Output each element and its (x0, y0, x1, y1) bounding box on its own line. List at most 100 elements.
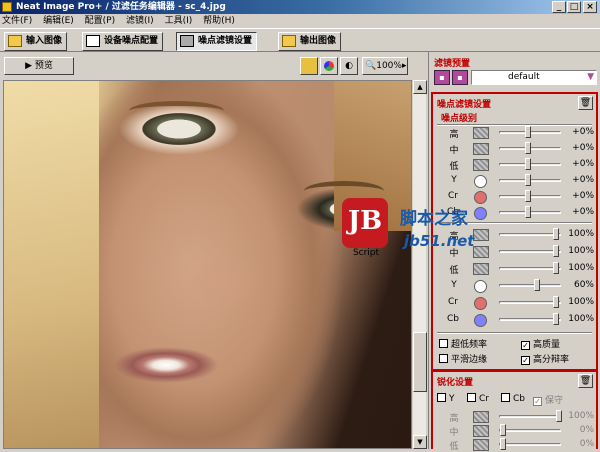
watermark-site-name: 脚本之家 (400, 209, 468, 229)
noise-level-value: +0% (572, 191, 594, 201)
sharpen-level-value: 0% (579, 425, 594, 435)
noise-reduction-row: Cb 100% (433, 312, 596, 327)
image-eyebrow-left (129, 101, 224, 111)
slider-knob[interactable] (553, 296, 559, 308)
contrast-icon: ◐ (345, 61, 353, 71)
menu-file[interactable]: 文件(F) (2, 16, 32, 26)
title-bar: Neat Image Pro+ / 过滤任务编辑器 - sc_4.jpg _ □… (0, 0, 600, 14)
sharpen-level-slider[interactable] (499, 424, 561, 436)
noise-level-slider[interactable] (499, 158, 561, 170)
noise-reduction-value: 100% (568, 314, 594, 324)
sharpen-y-checkbox[interactable]: Y (437, 393, 455, 404)
preset-header: 滤镜预置 (434, 59, 471, 69)
slider-knob[interactable] (553, 262, 559, 274)
sharpen-cr-checkbox[interactable]: Cr (467, 393, 489, 404)
output-folder-icon (282, 35, 296, 47)
viewer-toolbar: ▶ 预览 ◐ 🔍100%▸ (2, 55, 408, 77)
sharpen-level-row: 低 0% (433, 437, 596, 452)
noise-level-label: 低 (449, 162, 459, 172)
smooth-edges-checkbox[interactable]: 平滑边缘 (439, 352, 487, 365)
conservative-checkbox[interactable]: ✓ 保守 (533, 393, 563, 406)
menu-filter[interactable]: 滤镜(I) (126, 16, 154, 26)
close-button[interactable]: × (583, 1, 597, 13)
slider-knob[interactable] (525, 190, 531, 202)
ultra-low-freq-checkbox[interactable]: 超低频率 (439, 337, 487, 350)
tab-label: 噪点滤镜设置 (198, 36, 253, 46)
menu-edit[interactable]: 编辑(E) (43, 16, 74, 26)
noise-level-row: Y +0% (433, 173, 596, 188)
sharpen-level-value: 100% (568, 411, 594, 421)
slider-knob[interactable] (553, 228, 559, 240)
slider-knob[interactable] (525, 142, 531, 154)
sharpen-level-slider[interactable] (499, 410, 562, 422)
menu-tools[interactable]: 工具(I) (165, 16, 193, 26)
noise-level-value: +0% (572, 159, 594, 169)
texture-swatch-icon (473, 127, 489, 139)
sharpen-cb-checkbox[interactable]: Cb (501, 393, 525, 404)
slider-knob[interactable] (553, 245, 559, 257)
noise-reduction-row: Y 60% (433, 278, 596, 293)
slider-knob[interactable] (500, 424, 506, 436)
reset-sharpen-button[interactable]: 🗑 (578, 374, 593, 388)
trash-icon: 🗑 (579, 376, 592, 386)
menu-bar: 文件(F) 编辑(E) 配置(P) 滤镜(I) 工具(I) 帮助(H) (0, 14, 600, 29)
folder-icon (8, 35, 22, 47)
slider-knob[interactable] (525, 158, 531, 170)
reset-noise-button[interactable]: 🗑 (578, 96, 593, 110)
watermark-url: jb51.net (404, 232, 475, 250)
scroll-thumb[interactable] (413, 332, 427, 392)
noise-reduction-value: 60% (573, 280, 594, 290)
watermark-logo: JB (342, 198, 388, 248)
tab-label: 设备噪点配置 (104, 36, 159, 46)
noise-level-slider[interactable] (499, 126, 561, 138)
preset-value: default (508, 72, 540, 82)
palette-button[interactable] (300, 57, 318, 75)
vertical-scrollbar[interactable]: ▲ ▼ (412, 80, 427, 449)
slider-knob[interactable] (553, 313, 559, 325)
noise-reduction-slider[interactable] (499, 313, 561, 325)
slider-knob[interactable] (525, 206, 531, 218)
chevron-down-icon: ▼ (587, 72, 594, 82)
menu-profile[interactable]: 配置(P) (85, 16, 115, 26)
slider-knob[interactable] (525, 174, 531, 186)
watermark-script-text: Script (352, 248, 380, 258)
sharpen-level-slider[interactable] (499, 438, 561, 450)
high-quality-checkbox[interactable]: ✓ 高质量 (521, 337, 560, 350)
slider-knob[interactable] (500, 438, 506, 450)
tab-device-noise-profile[interactable]: 设备噪点配置 (82, 32, 164, 51)
sharpen-level-value: 0% (579, 439, 594, 449)
slider-knob[interactable] (525, 126, 531, 138)
texture-swatch-icon (473, 439, 489, 451)
noise-level-slider[interactable] (499, 142, 561, 154)
slider-knob[interactable] (534, 279, 540, 291)
high-resolution-checkbox[interactable]: ✓ 高分辩率 (521, 352, 569, 365)
save-preset-button[interactable]: ▪ (434, 70, 450, 85)
noise-reduction-slider[interactable] (499, 279, 561, 291)
zoom-control[interactable]: 🔍100%▸ (362, 57, 408, 75)
contrast-button[interactable]: ◐ (340, 57, 358, 75)
noise-level-slider[interactable] (499, 174, 561, 186)
sharpen-level-row: 高 100% (433, 409, 596, 424)
scroll-up-button[interactable]: ▲ (413, 80, 427, 94)
filter-icon (180, 35, 194, 47)
checkbox-box (501, 393, 510, 402)
tab-noise-filter-settings[interactable]: 噪点滤镜设置 (176, 32, 258, 51)
checkbox-box-checked: ✓ (533, 397, 542, 406)
minimize-button[interactable]: _ (552, 1, 566, 13)
preset-dropdown[interactable]: default ▼ (471, 70, 597, 85)
image-viewer[interactable] (3, 80, 412, 449)
tab-input-image[interactable]: 输入图像 (4, 32, 68, 51)
tab-label: 输出图像 (300, 36, 337, 46)
load-preset-button[interactable]: ▪ (452, 70, 468, 85)
menu-help[interactable]: 帮助(H) (203, 16, 235, 26)
noise-reduction-slider[interactable] (499, 262, 561, 274)
preview-button[interactable]: ▶ 预览 (4, 57, 74, 75)
maximize-button[interactable]: □ (567, 1, 581, 13)
scroll-down-button[interactable]: ▼ (413, 435, 427, 449)
tab-output-image[interactable]: 输出图像 (278, 32, 342, 51)
checkbox-box (439, 354, 448, 363)
noise-level-value: +0% (572, 207, 594, 217)
noise-reduction-label: Y (451, 280, 457, 290)
noise-reduction-slider[interactable] (499, 296, 561, 308)
color-channels-button[interactable] (320, 57, 338, 75)
